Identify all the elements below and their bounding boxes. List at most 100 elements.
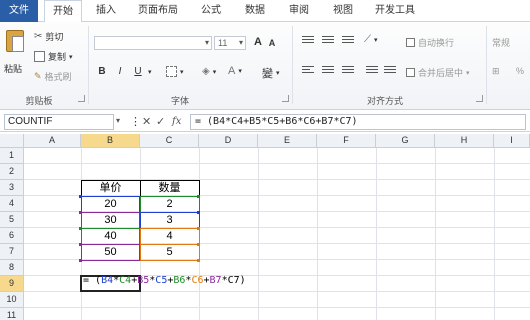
cell-b3[interactable]: 单价 bbox=[81, 180, 140, 196]
row-header-1[interactable]: 1 bbox=[0, 148, 24, 164]
tab-page-layout[interactable]: 页面布局 bbox=[130, 0, 186, 22]
row-header-3[interactable]: 3 bbox=[0, 180, 24, 196]
col-header-i[interactable]: I bbox=[494, 134, 530, 148]
tab-home[interactable]: 开始 bbox=[44, 0, 82, 23]
grid-line bbox=[24, 307, 530, 308]
align-top-icon[interactable] bbox=[302, 36, 314, 46]
clipboard-group-label: 剪贴板 bbox=[25, 96, 53, 106]
borders-button[interactable]: ▾ bbox=[166, 66, 184, 77]
font-launcher-icon[interactable] bbox=[282, 95, 289, 102]
accounting-format-button[interactable]: ⊞ bbox=[492, 66, 500, 77]
cell-c4[interactable]: 2 bbox=[140, 196, 199, 212]
cell-b4[interactable]: 20 bbox=[81, 196, 140, 212]
row-header-9[interactable]: 9 bbox=[0, 276, 24, 292]
format-painter-button[interactable]: ✎ 格式刷 bbox=[34, 70, 72, 83]
copy-button[interactable]: 复制 ▾ bbox=[34, 50, 73, 63]
fill-color-button[interactable]: ◈ ▾ bbox=[202, 66, 216, 77]
cell-c6[interactable]: 4 bbox=[140, 228, 199, 244]
scissors-icon: ✂ bbox=[34, 31, 43, 42]
cell-c5[interactable]: 3 bbox=[140, 212, 199, 228]
chevron-down-icon: ▾ bbox=[212, 68, 217, 76]
alignment-launcher-icon[interactable] bbox=[476, 95, 483, 102]
number-format-dropdown[interactable]: 常规 bbox=[492, 36, 510, 49]
phonetic-button[interactable]: 變 ▾ bbox=[262, 65, 280, 81]
col-header-e[interactable]: E bbox=[258, 134, 317, 148]
percent-button[interactable]: % bbox=[516, 66, 524, 76]
phonetic-icon: 變 bbox=[262, 68, 273, 80]
font-color-button[interactable]: A ▾ bbox=[228, 65, 242, 77]
col-header-h[interactable]: H bbox=[435, 134, 494, 148]
merge-center-label: 合并后居中 bbox=[418, 68, 464, 78]
cell-b6[interactable]: 40 bbox=[81, 228, 140, 244]
chevron-down-icon: ▾ bbox=[374, 36, 378, 44]
chevron-down-icon: ▾ bbox=[69, 53, 73, 61]
tab-file[interactable]: 文件 bbox=[0, 0, 38, 22]
row-header-4[interactable]: 4 bbox=[0, 196, 24, 212]
enter-button[interactable]: ✓ bbox=[156, 114, 165, 130]
italic-button[interactable]: I bbox=[114, 66, 126, 77]
tab-insert[interactable]: 插入 bbox=[88, 0, 124, 22]
row-header-5[interactable]: 5 bbox=[0, 212, 24, 228]
col-header-f[interactable]: F bbox=[317, 134, 376, 148]
align-right-icon[interactable] bbox=[342, 66, 354, 76]
name-box[interactable]: COUNTIF bbox=[4, 114, 114, 130]
paste-button[interactable] bbox=[6, 30, 24, 52]
wrap-text-icon bbox=[406, 38, 415, 47]
align-bottom-icon[interactable] bbox=[342, 36, 354, 46]
row-header-8[interactable]: 8 bbox=[0, 260, 24, 276]
bold-button[interactable]: B bbox=[96, 66, 108, 77]
chevron-down-icon: ▾ bbox=[148, 69, 152, 76]
wrap-text-label: 自动换行 bbox=[418, 38, 455, 48]
col-header-d[interactable]: D bbox=[199, 134, 258, 148]
shrink-font-button[interactable]: A bbox=[266, 38, 278, 48]
decrease-indent-icon[interactable] bbox=[366, 66, 378, 76]
row-header-11[interactable]: 11 bbox=[0, 308, 24, 320]
align-center-icon[interactable] bbox=[322, 66, 334, 76]
font-name-dropdown[interactable] bbox=[94, 36, 212, 50]
row-header-7[interactable]: 7 bbox=[0, 244, 24, 260]
formula-input[interactable]: = (B4*C4+B5*C5+B6*C6+B7*C7) bbox=[190, 114, 526, 130]
font-size-dropdown[interactable]: 11 bbox=[214, 36, 246, 50]
merge-center-button[interactable]: 合并后居中 ▾ bbox=[406, 66, 470, 79]
cut-button[interactable]: ✂ 剪切 bbox=[34, 30, 63, 43]
clipboard-launcher-icon[interactable] bbox=[78, 95, 85, 102]
col-header-a[interactable]: A bbox=[24, 134, 81, 148]
cell-b7[interactable]: 50 bbox=[81, 244, 140, 260]
col-header-b[interactable]: B bbox=[81, 134, 140, 148]
chevron-down-icon[interactable]: ▾ bbox=[116, 116, 120, 125]
col-header-c[interactable]: C bbox=[140, 134, 199, 148]
edit-token: B6 bbox=[173, 275, 186, 286]
tab-review[interactable]: 审阅 bbox=[282, 0, 316, 22]
orientation-button[interactable]: ⟋ ▾ bbox=[364, 34, 378, 45]
grow-font-button[interactable]: A bbox=[252, 36, 264, 48]
wrap-text-button[interactable]: 自动换行 bbox=[406, 36, 454, 49]
format-painter-label: 格式刷 bbox=[44, 72, 72, 82]
increase-indent-icon[interactable] bbox=[384, 66, 396, 76]
cell-b5[interactable]: 30 bbox=[81, 212, 140, 228]
underline-dropdown[interactable]: ▾ bbox=[148, 68, 152, 76]
underline-button[interactable]: U bbox=[132, 66, 144, 77]
edit-token: B4 bbox=[101, 275, 114, 286]
row-header-10[interactable]: 10 bbox=[0, 292, 24, 308]
cancel-button[interactable]: ✕ bbox=[142, 114, 151, 130]
align-middle-icon[interactable] bbox=[322, 36, 334, 46]
tab-developer[interactable]: 开发工具 bbox=[368, 0, 422, 22]
edit-token: = ( bbox=[83, 275, 102, 286]
tab-data[interactable]: 数据 bbox=[238, 0, 272, 22]
insert-function-button[interactable]: fx bbox=[172, 114, 181, 130]
row-header-6[interactable]: 6 bbox=[0, 228, 24, 244]
cell-c7[interactable]: 5 bbox=[140, 244, 199, 260]
select-all-corner[interactable] bbox=[0, 134, 24, 148]
align-left-icon[interactable] bbox=[302, 66, 314, 76]
border-icon bbox=[166, 66, 177, 77]
tab-view[interactable]: 视图 bbox=[326, 0, 360, 22]
brush-icon: ✎ bbox=[34, 71, 42, 81]
worksheet-grid[interactable]: A B C D E F G H I 1 2 3 4 5 6 7 8 9 10 1… bbox=[0, 134, 530, 320]
edit-token: B7 bbox=[209, 275, 222, 286]
col-header-g[interactable]: G bbox=[376, 134, 435, 148]
cell-c3[interactable]: 数量 bbox=[140, 180, 199, 196]
cell-edit-text[interactable]: = (B4*C4+B5*C5+B6*C6+B7*C7) bbox=[83, 274, 246, 288]
row-header-2[interactable]: 2 bbox=[0, 164, 24, 180]
group-separator bbox=[88, 26, 89, 104]
tab-formulas[interactable]: 公式 bbox=[194, 0, 228, 22]
